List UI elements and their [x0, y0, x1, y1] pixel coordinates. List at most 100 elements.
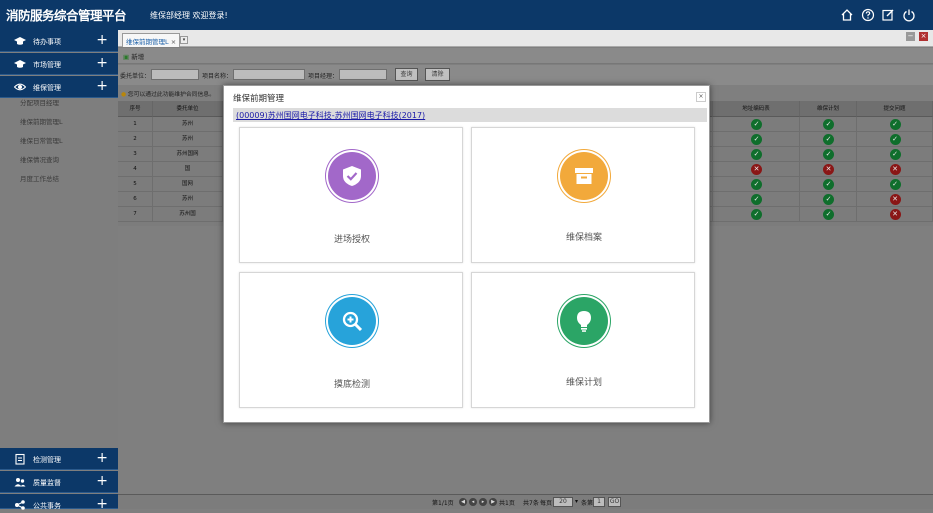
card-site-authorization[interactable]: 进场授权	[239, 127, 463, 263]
status-cell: ✓	[713, 132, 800, 147]
expand-icon[interactable]: +	[96, 31, 108, 49]
table-cell-index: 4	[118, 162, 153, 177]
table-cell-client: 苏州国网	[153, 147, 223, 162]
nav-market[interactable]: 市场管理 +	[0, 53, 118, 75]
sidebar-item-assign-manager[interactable]: 分配项目经理	[0, 94, 118, 113]
check-circle-icon: ✓	[751, 209, 762, 220]
card-baseline-inspection[interactable]: 摸底检测	[239, 272, 463, 408]
status-cell: ✓	[857, 132, 933, 147]
check-circle-icon: ✓	[823, 179, 834, 190]
col-header-index: 序号	[118, 101, 153, 117]
check-circle-icon: ✓	[823, 134, 834, 145]
go-button[interactable]: GO	[608, 497, 621, 507]
users-icon	[14, 478, 26, 487]
search-button[interactable]: 查询	[395, 68, 418, 81]
table-cell-client: 苏州国	[153, 207, 223, 222]
status-cell: ✓	[800, 177, 857, 192]
table-cell-client: 国	[153, 162, 223, 177]
check-circle-icon: ✓	[823, 119, 834, 130]
manager-label: 项目经理：	[308, 73, 339, 80]
check-circle-icon: ✓	[889, 134, 901, 145]
graduation-cap-icon	[14, 60, 26, 68]
hint-label: 您可以通过此功能维护合同信息。	[127, 92, 215, 98]
toolbar: ▣ 新增	[118, 48, 933, 64]
table-cell-index: 7	[118, 207, 153, 222]
status-cell: ✓	[713, 207, 800, 222]
pager: 第1/1页 ◀ ◂ ▸ ▶ 共1页 共7条 每页 20 ▾ 条 第 1 GO	[118, 494, 933, 509]
status-cell: ✓	[857, 117, 933, 132]
nav-quality[interactable]: 质量监督 +	[0, 471, 118, 493]
clipboard-icon	[15, 453, 25, 465]
check-circle-icon: ✓	[751, 179, 762, 190]
sidebar: 待办事项 + 市场管理 + 维保管理 + 分配项目经理 维保前期管理L 维保日常…	[0, 30, 118, 512]
next-page-button[interactable]: ▸	[479, 498, 487, 506]
nav-market-label: 市场管理	[33, 61, 61, 69]
first-page-button[interactable]: ◀	[459, 498, 467, 506]
status-cell: ✓	[800, 192, 857, 207]
status-cell: ✓	[857, 147, 933, 162]
tab-pre-maintenance[interactable]: 维保前期管理L ×	[122, 33, 180, 47]
tab-label: 维保前期管理L	[126, 38, 169, 46]
shield-check-icon	[343, 166, 361, 186]
nav-pending[interactable]: 待办事项 +	[0, 30, 118, 52]
per-page-label: 每页	[540, 500, 553, 507]
check-circle-icon: ✓	[751, 119, 762, 130]
nav-public-affairs[interactable]: 公共事务 +	[0, 494, 118, 512]
nav-inspection[interactable]: 检测管理 +	[0, 448, 118, 470]
expand-icon[interactable]: +	[96, 54, 108, 72]
sidebar-item-pre-maintenance[interactable]: 维保前期管理L	[0, 113, 118, 132]
client-label: 委托单位：	[120, 73, 151, 80]
check-circle-icon: ✓	[889, 119, 901, 130]
eye-icon	[14, 83, 26, 91]
sidebar-item-maintenance-query[interactable]: 维保情况查询	[0, 151, 118, 170]
check-circle-icon: ✓	[889, 149, 901, 160]
status-cell: ✕	[713, 162, 800, 177]
last-page-button[interactable]: ▶	[489, 498, 497, 506]
project-input[interactable]	[233, 69, 305, 80]
tab-close-icon[interactable]: ×	[171, 38, 176, 46]
home-icon[interactable]	[840, 8, 854, 22]
check-circle-icon: ✓	[823, 194, 834, 205]
project-label: 项目名称：	[202, 73, 233, 80]
dialog-close-button[interactable]: ×	[696, 92, 706, 102]
per-page-select[interactable]: 20	[553, 497, 573, 507]
goto-page-input[interactable]: 1	[593, 497, 605, 507]
nav-pending-label: 待办事项	[33, 38, 61, 46]
check-circle-icon: ✓	[823, 209, 834, 220]
cross-circle-icon: ✕	[889, 209, 901, 220]
sidebar-item-daily-maintenance[interactable]: 维保日常管理L	[0, 132, 118, 151]
expand-icon[interactable]: +	[96, 77, 108, 95]
card-maintenance-plan[interactable]: 维保计划	[471, 272, 695, 408]
app-title: 消防服务综合管理平台	[6, 8, 127, 23]
filter-bar: 委托单位： 项目名称： 项目经理： 查询 清除	[118, 65, 933, 85]
hint-text: ● 您可以通过此功能维护合同信息。	[121, 89, 215, 98]
expand-icon[interactable]: +	[96, 472, 108, 490]
prev-page-button[interactable]: ◂	[469, 498, 477, 506]
minimize-button[interactable]: −	[906, 32, 915, 41]
manager-input[interactable]	[339, 69, 387, 80]
clear-button[interactable]: 清除	[425, 68, 450, 81]
close-panel-button[interactable]: ×	[919, 32, 928, 41]
expand-icon[interactable]: +	[96, 495, 108, 513]
archive-box-icon	[575, 168, 593, 184]
add-button[interactable]: ▣ 新增	[123, 51, 144, 61]
top-header: 消防服务综合管理平台 维保部经理 欢迎登录!	[0, 0, 933, 30]
per-page-dropdown-icon[interactable]: ▾	[575, 498, 578, 505]
check-circle-icon: ✓	[751, 134, 762, 145]
status-cell: ✓	[713, 117, 800, 132]
sidebar-item-monthly-summary[interactable]: 月度工作总结	[0, 170, 118, 189]
card-maintenance-archive[interactable]: 维保档案	[471, 127, 695, 263]
tab-dropdown-icon[interactable]: ▾	[180, 36, 188, 44]
power-icon[interactable]	[902, 8, 916, 22]
edit-icon[interactable]	[881, 8, 895, 22]
status-cell: ✓	[800, 117, 857, 132]
table-cell-index: 6	[118, 192, 153, 207]
cross-circle-icon: ✕	[823, 164, 834, 175]
check-circle-icon: ✓	[751, 194, 762, 205]
col-header-issue: 提交问题	[857, 101, 933, 117]
expand-icon[interactable]: +	[96, 449, 108, 467]
client-input[interactable]	[151, 69, 199, 80]
project-link[interactable]: (00009)苏州国网电子科技-苏州国网电子科技(2017)	[236, 110, 425, 121]
help-icon[interactable]	[861, 8, 875, 22]
col-header-client: 委托单位	[153, 101, 223, 117]
